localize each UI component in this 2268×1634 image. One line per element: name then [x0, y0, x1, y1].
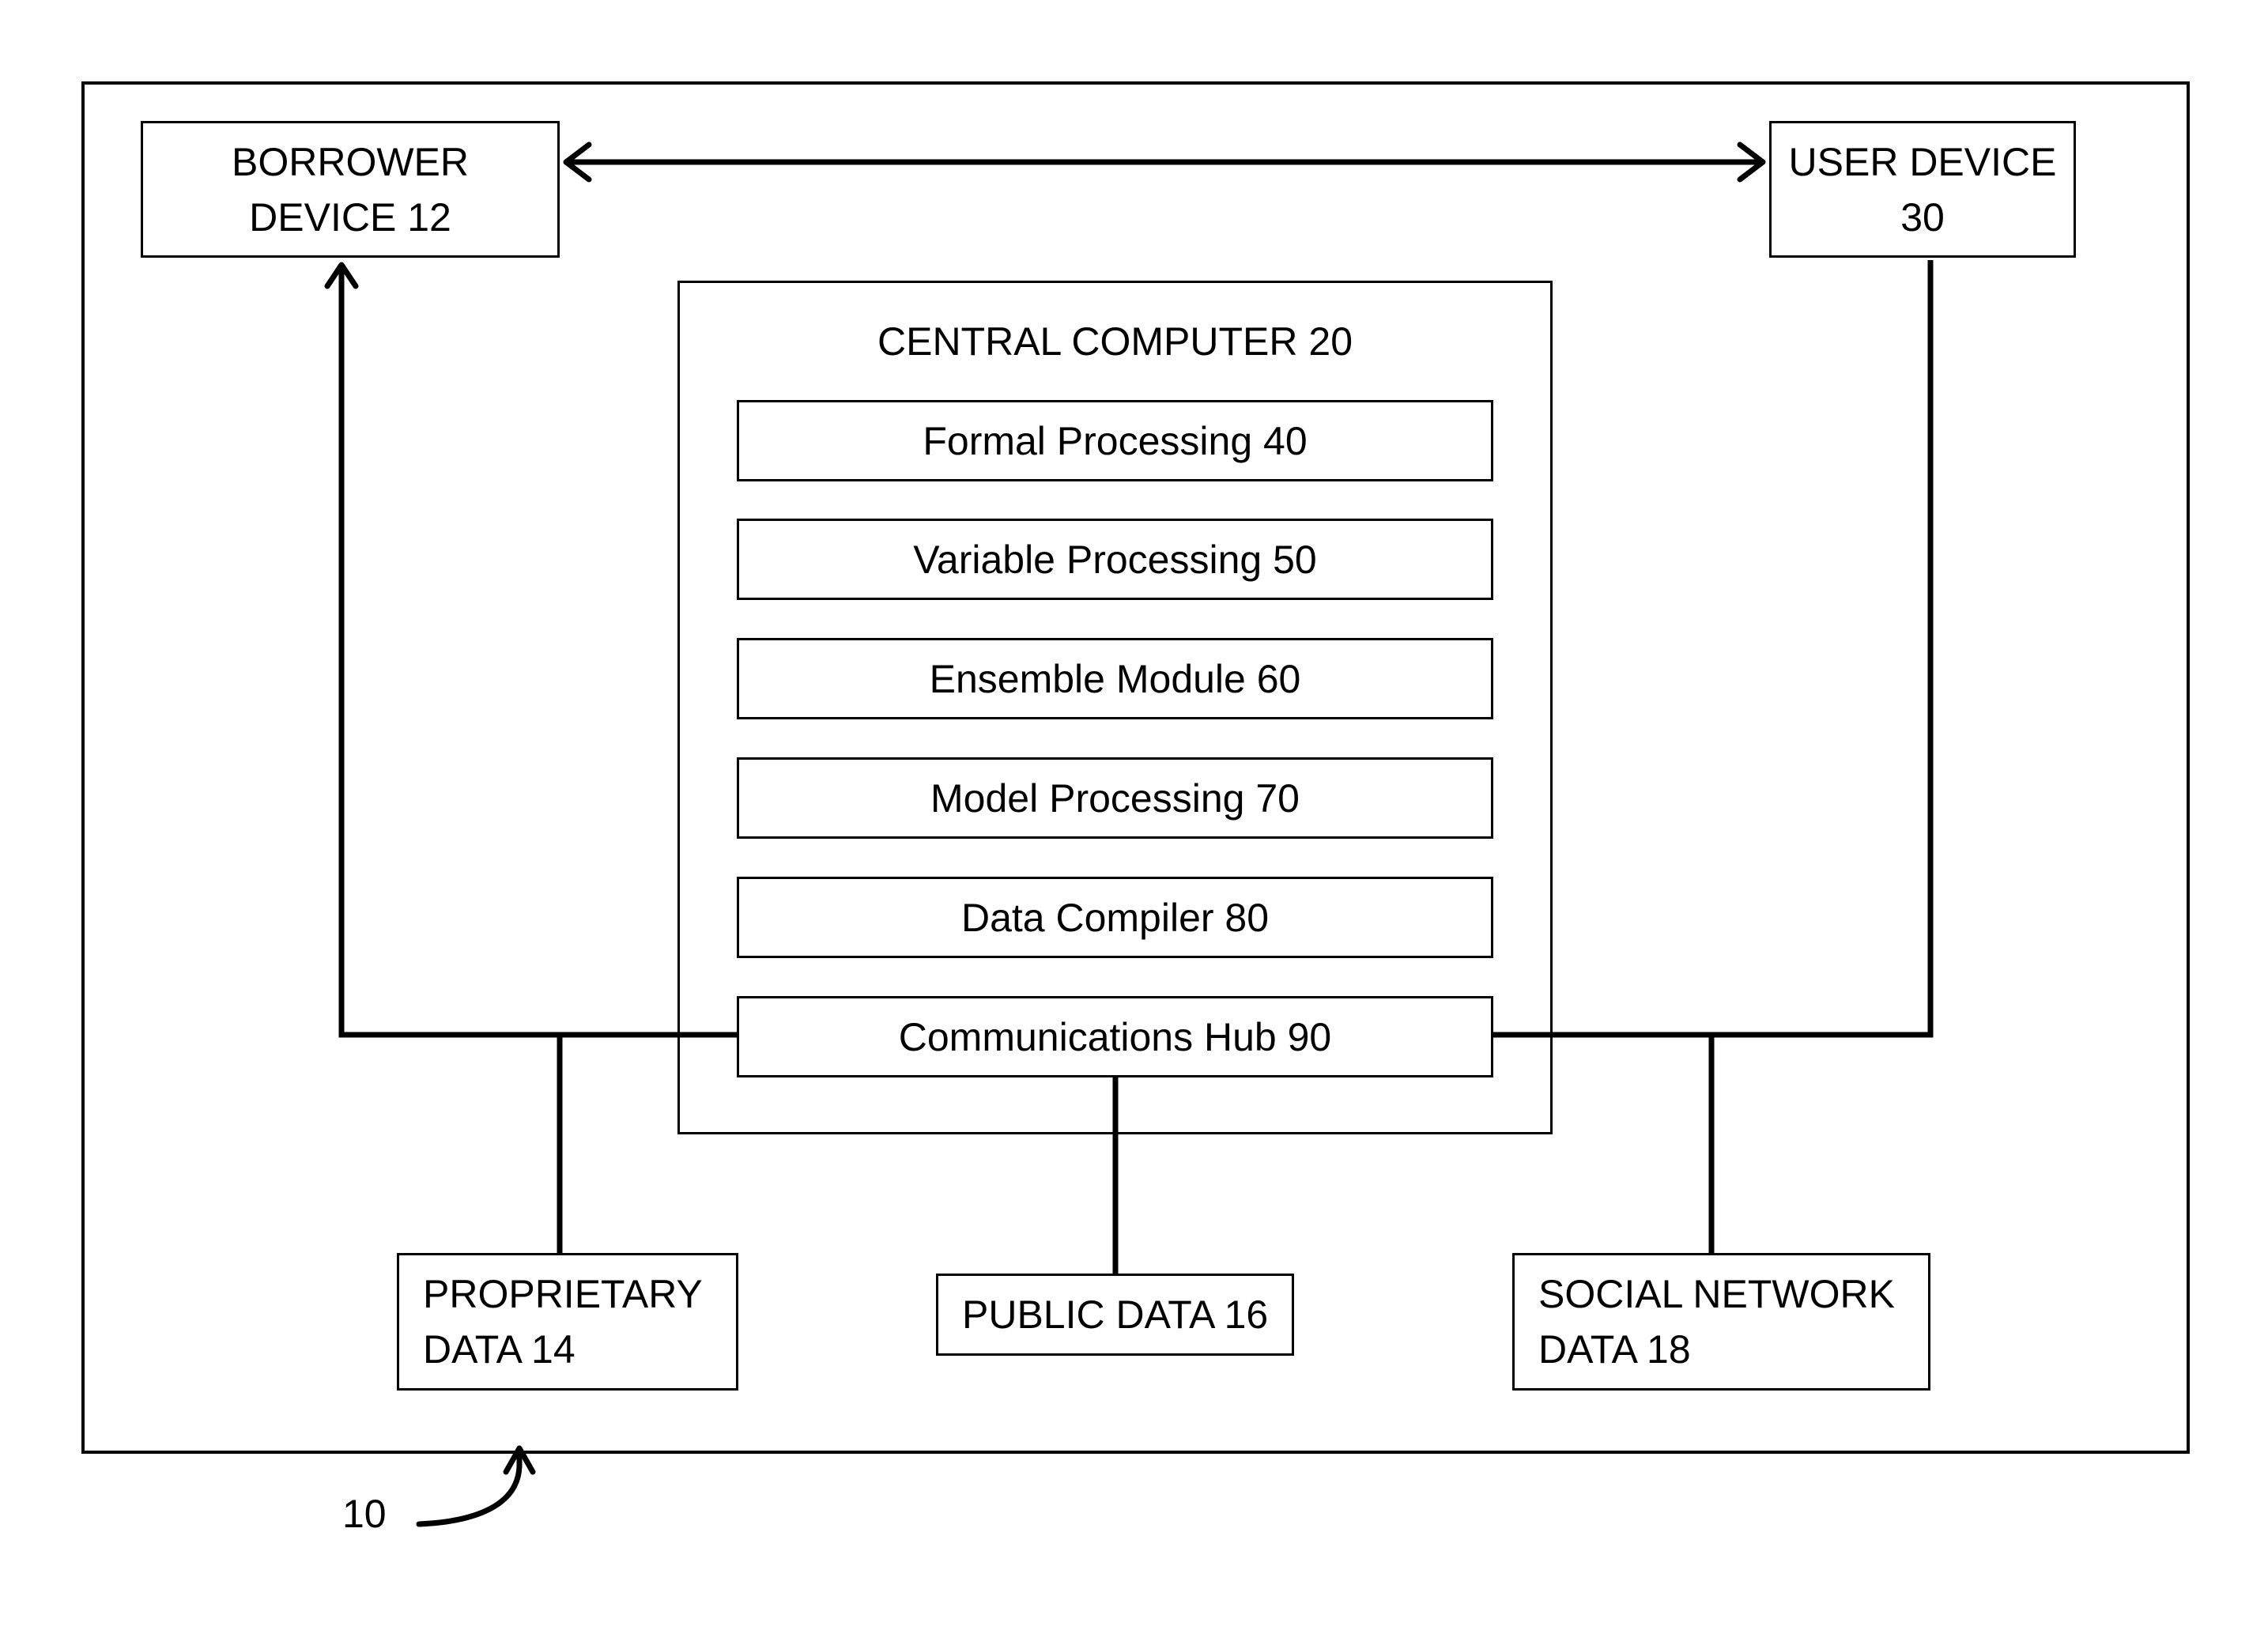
user-device-label-line2: 30 [1900, 194, 1945, 240]
proprietary-data-box: PROPRIETARY DATA 14 [397, 1253, 738, 1391]
module-variable-processing: Variable Processing 50 [737, 519, 1493, 600]
module-data-compiler: Data Compiler 80 [737, 877, 1493, 958]
reference-leader-arrow [416, 1453, 523, 1527]
hub-to-user-connector [1493, 260, 1934, 1038]
borrower-device-label-line2: DEVICE 12 [249, 194, 451, 240]
module-formal-processing: Formal Processing 40 [737, 400, 1493, 481]
module-model-processing: Model Processing 70 [737, 757, 1493, 839]
module-label: Variable Processing 50 [913, 537, 1317, 582]
borrower-device-box: BORROWER DEVICE 12 [141, 121, 560, 258]
module-label: Formal Processing 40 [923, 418, 1308, 463]
public-data-box: PUBLIC DATA 16 [936, 1274, 1294, 1356]
user-device-box: USER DEVICE 30 [1769, 121, 2076, 258]
social-network-data-label-line2: DATA 18 [1538, 1327, 1691, 1372]
reference-numeral: 10 [342, 1492, 387, 1536]
social-network-data-box: SOCIAL NETWORK DATA 18 [1512, 1253, 1930, 1391]
user-device-label-line1: USER DEVICE [1788, 139, 2057, 184]
module-label: Data Compiler 80 [960, 895, 1270, 940]
module-label: Communications Hub 90 [898, 1014, 1332, 1059]
central-computer-title: CENTRAL COMPUTER 20 [877, 319, 1353, 364]
module-communications-hub: Communications Hub 90 [737, 996, 1493, 1077]
proprietary-data-label-line1: PROPRIETARY [423, 1272, 703, 1316]
module-label: Model Processing 70 [930, 775, 1300, 821]
proprietary-data-label-line2: DATA 14 [423, 1327, 575, 1372]
module-label: Ensemble Module 60 [929, 656, 1301, 701]
public-data-label: PUBLIC DATA 16 [962, 1292, 1269, 1337]
module-ensemble: Ensemble Module 60 [737, 638, 1493, 719]
social-network-data-label-line1: SOCIAL NETWORK [1538, 1272, 1895, 1316]
borrower-device-label-line1: BORROWER [232, 139, 469, 184]
